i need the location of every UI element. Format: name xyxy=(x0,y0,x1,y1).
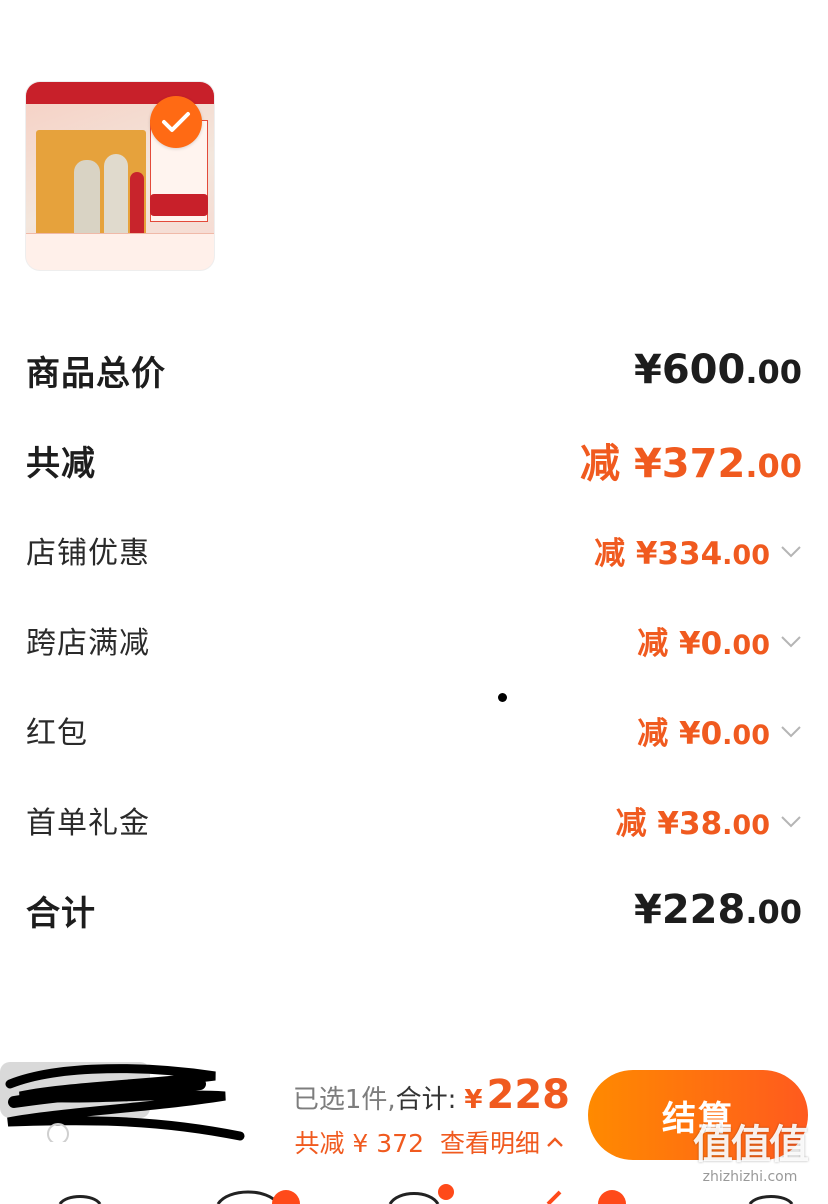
grand-total-amount: ¥228.00 xyxy=(634,887,802,933)
view-detail-text: 查看明细 xyxy=(439,1129,540,1158)
saving-detail-link[interactable]: 共减 ¥ 372 查看明细 xyxy=(294,1124,564,1160)
amount-integer: ¥228 xyxy=(633,887,746,933)
amount-decimal: .00 xyxy=(745,447,802,485)
grand-total-row: 合计 ¥228.00 xyxy=(26,884,802,936)
store-discount-label: 店铺优惠 xyxy=(26,536,150,571)
checkout-label: 结算 xyxy=(662,1098,734,1139)
tab-icon[interactable] xyxy=(388,1192,440,1204)
redaction-scribble xyxy=(0,1062,245,1142)
red-packet-amount: 减 ¥0.00 xyxy=(637,708,770,753)
store-discount-amount: 减 ¥334.00 xyxy=(594,528,770,573)
currency-symbol: ¥ xyxy=(464,1085,483,1115)
badge-icon xyxy=(438,1184,454,1200)
red-packet-row[interactable]: 红包 减 ¥0.00 xyxy=(26,704,802,756)
check-icon xyxy=(162,112,190,132)
footer-total: 228 xyxy=(486,1072,571,1118)
total-reduction-amount: 减 ¥372.00 xyxy=(580,431,802,489)
amount-decimal: .00 xyxy=(745,893,802,931)
amount-integer: 减 ¥334 xyxy=(594,535,723,572)
cross-store-row[interactable]: 跨店满减 减 ¥0.00 xyxy=(26,614,802,666)
first-order-gift-label: 首单礼金 xyxy=(26,806,150,841)
chevron-down-icon[interactable] xyxy=(778,628,804,654)
first-order-gift-value: 减 ¥38.00 xyxy=(616,798,802,843)
total-reduction-row: 共减 减 ¥372.00 xyxy=(26,431,802,489)
first-order-gift-row[interactable]: 首单礼金 减 ¥38.00 xyxy=(26,794,802,846)
tab-icon[interactable] xyxy=(58,1195,102,1204)
grand-total-label: 合计 xyxy=(26,893,96,934)
badge-icon xyxy=(272,1190,300,1204)
product-promo-tag xyxy=(150,194,208,216)
amount-decimal: .00 xyxy=(722,539,770,571)
cursor-dot xyxy=(498,693,507,702)
amount-decimal: .00 xyxy=(745,353,802,391)
store-discount-row[interactable]: 店铺优惠 减 ¥334.00 xyxy=(26,524,802,576)
amount-decimal: .00 xyxy=(722,809,770,841)
tab-icon[interactable] xyxy=(216,1190,280,1204)
product-bottle xyxy=(74,160,100,244)
amount-integer: 减 ¥372 xyxy=(580,441,746,487)
product-bottle xyxy=(104,154,128,244)
chevron-up-icon xyxy=(547,1137,563,1147)
chevron-down-icon[interactable] xyxy=(778,718,804,744)
checkout-button[interactable]: 结算 xyxy=(588,1070,808,1160)
chevron-down-icon[interactable] xyxy=(778,808,804,834)
total-label: 合计: xyxy=(395,1085,457,1115)
store-discount-value: 减 ¥334.00 xyxy=(594,528,802,573)
cross-store-label: 跨店满减 xyxy=(26,626,150,661)
amount-decimal: .00 xyxy=(722,719,770,751)
red-packet-label: 红包 xyxy=(26,716,88,751)
goods-total-row: 商品总价 ¥600.00 xyxy=(26,344,802,396)
cross-store-value: 减 ¥0.00 xyxy=(637,618,802,663)
red-packet-value: 减 ¥0.00 xyxy=(637,708,802,753)
amount-integer: 减 ¥38 xyxy=(615,805,723,842)
saving-text: 共减 ¥ 372 xyxy=(294,1129,424,1158)
amount-integer: ¥600 xyxy=(633,347,746,393)
select-checkbox[interactable] xyxy=(150,96,202,148)
badge-icon xyxy=(598,1190,626,1204)
amount-integer: 减 ¥0 xyxy=(637,715,723,752)
tab-icon[interactable] xyxy=(748,1195,794,1204)
chevron-down-icon[interactable] xyxy=(778,538,804,564)
selected-count: 已选1件, xyxy=(292,1085,396,1115)
total-reduction-label: 共减 xyxy=(26,443,96,484)
goods-total-label: 商品总价 xyxy=(26,353,166,394)
amount-decimal: .00 xyxy=(722,629,770,661)
product-image-strip xyxy=(26,233,214,270)
tab-icon[interactable] xyxy=(546,1190,562,1204)
goods-total-amount: ¥600.00 xyxy=(634,347,802,393)
selected-summary: 已选1件, 合计: ¥ 228 xyxy=(293,1072,570,1118)
first-order-gift-amount: 减 ¥38.00 xyxy=(616,798,770,843)
amount-integer: 减 ¥0 xyxy=(637,625,723,662)
cross-store-amount: 减 ¥0.00 xyxy=(637,618,770,663)
bottom-tab-bar xyxy=(58,1184,794,1204)
